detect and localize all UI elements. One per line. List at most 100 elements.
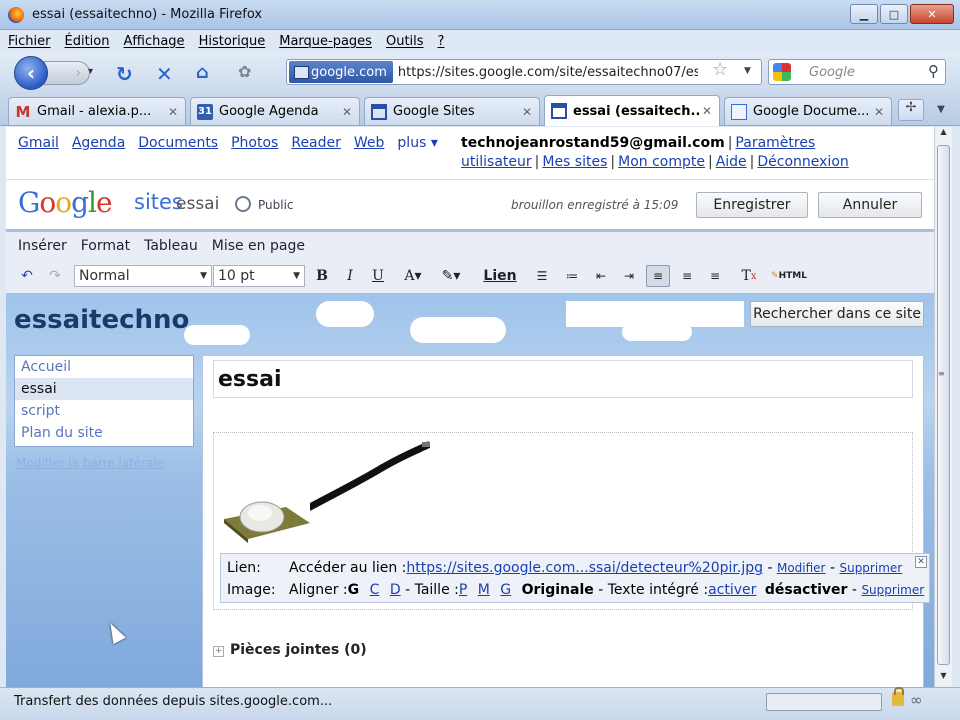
- size-medium-option[interactable]: M: [478, 582, 490, 598]
- vertical-scrollbar[interactable]: ▲ ≡ ▼: [934, 127, 952, 687]
- menu-marque-pages[interactable]: Marque-pages: [279, 34, 372, 49]
- align-center-icon[interactable]: ≡: [676, 265, 698, 287]
- wrap-activate-option[interactable]: activer: [708, 582, 756, 598]
- editor-menu-inserer[interactable]: Insérer: [18, 238, 67, 254]
- reload-icon[interactable]: ↻: [116, 62, 133, 86]
- sidebar-item-essai[interactable]: essai: [15, 378, 193, 400]
- menu-edition[interactable]: Édition: [65, 34, 110, 49]
- size-original-option[interactable]: Originale: [522, 582, 594, 598]
- gbar-link-gmail[interactable]: Gmail: [18, 135, 59, 151]
- search-bar[interactable]: Google ⚲: [768, 59, 946, 85]
- size-large-option[interactable]: G: [500, 582, 511, 598]
- expand-icon[interactable]: +: [213, 646, 224, 657]
- tab-close-icon[interactable]: ✕: [871, 105, 887, 119]
- url-bar[interactable]: google.com https://sites.google.com/site…: [286, 59, 762, 85]
- underline-icon[interactable]: U: [368, 265, 388, 287]
- home-icon[interactable]: ⌂: [196, 62, 209, 83]
- help-link[interactable]: Aide: [716, 154, 747, 170]
- google-logo[interactable]: Google: [18, 186, 113, 219]
- font-size-select[interactable]: 10 pt ▼: [213, 265, 305, 287]
- close-icon[interactable]: ✕: [915, 556, 927, 568]
- forward-button[interactable]: ›: [44, 61, 90, 85]
- redo-icon[interactable]: ↷: [44, 265, 66, 287]
- editor-menu-tableau[interactable]: Tableau: [144, 238, 198, 254]
- minimize-button[interactable]: ▁: [850, 4, 878, 24]
- modify-link[interactable]: Modifier: [777, 561, 826, 575]
- align-right-icon[interactable]: ≡: [704, 265, 726, 287]
- menu-help[interactable]: ?: [438, 34, 445, 49]
- site-search-button[interactable]: Rechercher dans ce site: [750, 301, 924, 327]
- html-edit-button[interactable]: ✎ HTML: [766, 265, 812, 287]
- my-account-link[interactable]: Mon compte: [618, 154, 705, 170]
- search-icon[interactable]: ⚲: [928, 62, 939, 80]
- sidebar-item-plan-du-site[interactable]: Plan du site: [15, 422, 193, 444]
- close-window-button[interactable]: ✕: [910, 4, 954, 24]
- history-dropdown-icon[interactable]: ▾: [88, 66, 93, 77]
- scroll-up-icon[interactable]: ▲: [935, 127, 952, 143]
- bold-icon[interactable]: B: [312, 265, 332, 287]
- tab-google-agenda[interactable]: 31 Google Agenda ✕: [190, 97, 360, 125]
- maximize-button[interactable]: □: [880, 4, 908, 24]
- tab-gmail[interactable]: M Gmail - alexia.p... ✕: [8, 97, 186, 125]
- tab-google-sites[interactable]: Google Sites ✕: [364, 97, 540, 125]
- url-dropdown-icon[interactable]: ▼: [744, 66, 751, 76]
- scroll-down-icon[interactable]: ▼: [935, 671, 952, 687]
- menu-affichage[interactable]: Affichage: [123, 34, 184, 49]
- align-left-icon[interactable]: ≡: [646, 265, 670, 287]
- tab-essai[interactable]: essai (essaitech... ✕: [544, 95, 720, 126]
- my-sites-link[interactable]: Mes sites: [542, 154, 607, 170]
- save-button[interactable]: Enregistrer: [696, 192, 808, 218]
- site-identity-button[interactable]: google.com: [289, 61, 393, 83]
- align-right-option[interactable]: D: [390, 582, 401, 598]
- addon-icon[interactable]: ✿: [238, 62, 251, 81]
- align-center-option[interactable]: C: [370, 582, 380, 598]
- tab-close-icon[interactable]: ✕: [699, 104, 715, 118]
- bullet-list-icon[interactable]: ≔: [561, 265, 583, 287]
- gbar-link-agenda[interactable]: Agenda: [72, 135, 125, 151]
- sensor-cable-image[interactable]: [310, 441, 430, 511]
- search-engine-icon[interactable]: [773, 63, 791, 81]
- new-tab-button[interactable]: ✢: [898, 99, 924, 121]
- page-title[interactable]: essai: [218, 367, 282, 392]
- numbered-list-icon[interactable]: ☰: [531, 265, 553, 287]
- glasses-icon[interactable]: ∞: [910, 691, 923, 709]
- menu-fichier[interactable]: Fichier: [8, 34, 51, 49]
- gbar-link-reader[interactable]: Reader: [291, 135, 341, 151]
- site-title[interactable]: essaitechno: [14, 305, 189, 335]
- cancel-button[interactable]: Annuler: [818, 192, 922, 218]
- pir-sensor-image[interactable]: [220, 493, 314, 543]
- remove-formatting-icon[interactable]: Tx: [738, 265, 760, 287]
- page-title-field[interactable]: essai: [213, 360, 913, 398]
- editor-menu-format[interactable]: Format: [81, 238, 130, 254]
- list-all-tabs-icon[interactable]: ▼: [930, 99, 952, 121]
- tab-close-icon[interactable]: ✕: [519, 105, 535, 119]
- undo-icon[interactable]: ↶: [16, 265, 38, 287]
- page-edit-area[interactable]: Lien: Accéder au lien :https://sites.goog…: [213, 432, 930, 610]
- tab-google-documents[interactable]: Google Docume... ✕: [724, 97, 892, 125]
- url-text[interactable]: https://sites.google.com/site/essaitechn…: [398, 65, 698, 80]
- size-small-option[interactable]: P: [459, 582, 467, 598]
- gbar-link-web[interactable]: Web: [354, 135, 385, 151]
- attachments-section[interactable]: + Pièces jointes (0): [213, 642, 367, 658]
- paragraph-style-select[interactable]: Normal ▼: [74, 265, 212, 287]
- wrap-deactivate-option[interactable]: désactiver: [765, 582, 848, 598]
- link-url[interactable]: https://sites.google.com...ssai/detecteu…: [406, 560, 763, 576]
- align-left-option[interactable]: G: [348, 582, 360, 598]
- italic-icon[interactable]: I: [340, 265, 360, 287]
- indent-icon[interactable]: ⇥: [618, 265, 640, 287]
- logout-link[interactable]: Déconnexion: [757, 154, 848, 170]
- menu-outils[interactable]: Outils: [386, 34, 424, 49]
- gbar-link-documents[interactable]: Documents: [138, 135, 218, 151]
- menu-historique[interactable]: Historique: [199, 34, 266, 49]
- sidebar-item-accueil[interactable]: Accueil: [15, 356, 193, 378]
- editor-menu-mise-en-page[interactable]: Mise en page: [212, 238, 305, 254]
- insert-link-button[interactable]: Lien: [481, 265, 519, 287]
- bookmark-star-icon[interactable]: ☆: [712, 59, 728, 80]
- lock-icon[interactable]: [892, 687, 904, 706]
- sidebar-item-script[interactable]: script: [15, 400, 193, 422]
- highlight-color-icon[interactable]: ✎▾: [436, 265, 466, 287]
- gbar-link-plus[interactable]: plus ▾: [397, 135, 437, 151]
- tab-close-icon[interactable]: ✕: [165, 105, 181, 119]
- edit-sidebar-link[interactable]: Modifier la barre latérale: [16, 456, 164, 470]
- stop-icon[interactable]: ✕: [156, 62, 173, 86]
